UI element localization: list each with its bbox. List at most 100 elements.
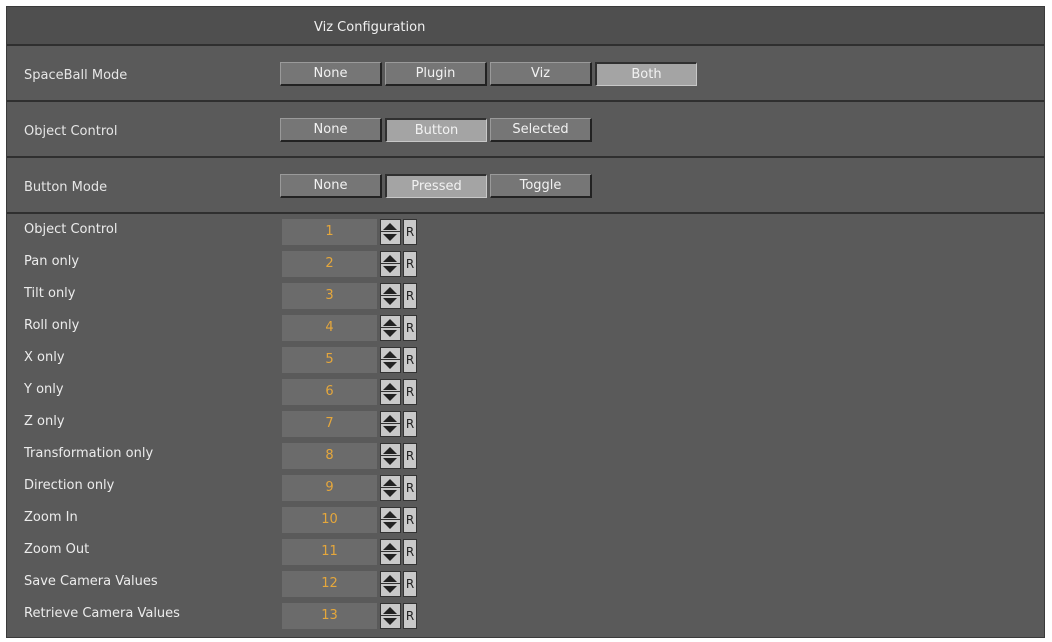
mode-label: Button Mode bbox=[24, 180, 108, 195]
button-mapping-row: Z only 7 R bbox=[7, 409, 1044, 441]
mode-section-object-control: Object Control None Button Selected bbox=[7, 104, 1044, 158]
button-number-field[interactable]: 4 bbox=[282, 315, 377, 341]
up-down-spinner-icon[interactable] bbox=[380, 411, 401, 437]
arrow-up-icon[interactable] bbox=[383, 223, 397, 230]
option-selected-button[interactable]: Selected bbox=[490, 118, 592, 142]
up-down-spinner-icon[interactable] bbox=[380, 219, 401, 245]
option-none-button[interactable]: None bbox=[280, 174, 382, 198]
reset-button[interactable]: R bbox=[403, 475, 417, 501]
button-number-field[interactable]: 13 bbox=[282, 603, 377, 629]
spinner-divider bbox=[381, 551, 400, 552]
button-mapping-row: Tilt only 3 R bbox=[7, 281, 1044, 313]
panel-title: Viz Configuration bbox=[314, 20, 426, 35]
row-label: Object Control bbox=[24, 222, 118, 237]
up-down-spinner-icon[interactable] bbox=[380, 475, 401, 501]
arrow-down-icon[interactable] bbox=[383, 330, 397, 337]
reset-button[interactable]: R bbox=[403, 443, 417, 469]
option-none-button[interactable]: None bbox=[280, 62, 382, 86]
arrow-down-icon[interactable] bbox=[383, 362, 397, 369]
arrow-up-icon[interactable] bbox=[383, 607, 397, 614]
button-mapping-row: Direction only 9 R bbox=[7, 473, 1044, 505]
button-number-field[interactable]: 9 bbox=[282, 475, 377, 501]
arrow-down-icon[interactable] bbox=[383, 522, 397, 529]
reset-button[interactable]: R bbox=[403, 347, 417, 373]
reset-button[interactable]: R bbox=[403, 283, 417, 309]
option-plugin-button[interactable]: Plugin bbox=[385, 62, 487, 86]
spinner-divider bbox=[381, 359, 400, 360]
reset-button[interactable]: R bbox=[403, 539, 417, 565]
option-both-button[interactable]: Both bbox=[595, 62, 697, 86]
arrow-down-icon[interactable] bbox=[383, 298, 397, 305]
reset-button[interactable]: R bbox=[403, 251, 417, 277]
spinner-divider bbox=[381, 327, 400, 328]
arrow-up-icon[interactable] bbox=[383, 479, 397, 486]
spinner-divider bbox=[381, 391, 400, 392]
arrow-up-icon[interactable] bbox=[383, 383, 397, 390]
arrow-up-icon[interactable] bbox=[383, 543, 397, 550]
up-down-spinner-icon[interactable] bbox=[380, 603, 401, 629]
arrow-up-icon[interactable] bbox=[383, 415, 397, 422]
reset-button[interactable]: R bbox=[403, 603, 417, 629]
option-toggle-button[interactable]: Toggle bbox=[490, 174, 592, 198]
arrow-down-icon[interactable] bbox=[383, 426, 397, 433]
arrow-down-icon[interactable] bbox=[383, 458, 397, 465]
reset-button[interactable]: R bbox=[403, 379, 417, 405]
arrow-up-icon[interactable] bbox=[383, 351, 397, 358]
spinner-divider bbox=[381, 455, 400, 456]
up-down-spinner-icon[interactable] bbox=[380, 315, 401, 341]
button-mapping-row: Roll only 4 R bbox=[7, 313, 1044, 345]
option-button-button[interactable]: Button bbox=[385, 118, 487, 142]
button-number-field[interactable]: 8 bbox=[282, 443, 377, 469]
arrow-down-icon[interactable] bbox=[383, 554, 397, 561]
up-down-spinner-icon[interactable] bbox=[380, 347, 401, 373]
button-number-field[interactable]: 3 bbox=[282, 283, 377, 309]
button-number-field[interactable]: 2 bbox=[282, 251, 377, 277]
spinner-divider bbox=[381, 295, 400, 296]
button-number-field[interactable]: 6 bbox=[282, 379, 377, 405]
up-down-spinner-icon[interactable] bbox=[380, 283, 401, 309]
arrow-down-icon[interactable] bbox=[383, 266, 397, 273]
mode-section-spaceball-mode: SpaceBall Mode None Plugin Viz Both bbox=[7, 48, 1044, 102]
arrow-down-icon[interactable] bbox=[383, 586, 397, 593]
arrow-down-icon[interactable] bbox=[383, 490, 397, 497]
button-number-field[interactable]: 12 bbox=[282, 571, 377, 597]
option-pressed-button[interactable]: Pressed bbox=[385, 174, 487, 198]
button-mapping-row: Y only 6 R bbox=[7, 377, 1044, 409]
row-label: Transformation only bbox=[24, 446, 154, 461]
button-mapping-row: Zoom In 10 R bbox=[7, 505, 1044, 537]
row-label: Direction only bbox=[24, 478, 115, 493]
up-down-spinner-icon[interactable] bbox=[380, 539, 401, 565]
arrow-up-icon[interactable] bbox=[383, 511, 397, 518]
up-down-spinner-icon[interactable] bbox=[380, 443, 401, 469]
arrow-up-icon[interactable] bbox=[383, 447, 397, 454]
segmented-control: None Button Selected bbox=[280, 118, 595, 142]
button-mapping-row: Object Control 1 R bbox=[7, 217, 1044, 249]
arrow-down-icon[interactable] bbox=[383, 618, 397, 625]
reset-button[interactable]: R bbox=[403, 411, 417, 437]
option-none-button[interactable]: None bbox=[280, 118, 382, 142]
arrow-up-icon[interactable] bbox=[383, 319, 397, 326]
button-number-field[interactable]: 10 bbox=[282, 507, 377, 533]
reset-button[interactable]: R bbox=[403, 315, 417, 341]
up-down-spinner-icon[interactable] bbox=[380, 379, 401, 405]
row-label: Save Camera Values bbox=[24, 574, 158, 589]
button-number-field[interactable]: 11 bbox=[282, 539, 377, 565]
arrow-up-icon[interactable] bbox=[383, 255, 397, 262]
up-down-spinner-icon[interactable] bbox=[380, 507, 401, 533]
reset-button[interactable]: R bbox=[403, 571, 417, 597]
spinner-divider bbox=[381, 423, 400, 424]
reset-button[interactable]: R bbox=[403, 219, 417, 245]
arrow-down-icon[interactable] bbox=[383, 394, 397, 401]
row-label: Pan only bbox=[24, 254, 80, 269]
arrow-down-icon[interactable] bbox=[383, 234, 397, 241]
up-down-spinner-icon[interactable] bbox=[380, 251, 401, 277]
button-number-field[interactable]: 7 bbox=[282, 411, 377, 437]
reset-button[interactable]: R bbox=[403, 507, 417, 533]
button-number-field[interactable]: 1 bbox=[282, 219, 377, 245]
spinner-divider bbox=[381, 583, 400, 584]
up-down-spinner-icon[interactable] bbox=[380, 571, 401, 597]
option-viz-button[interactable]: Viz bbox=[490, 62, 592, 86]
button-number-field[interactable]: 5 bbox=[282, 347, 377, 373]
arrow-up-icon[interactable] bbox=[383, 575, 397, 582]
arrow-up-icon[interactable] bbox=[383, 287, 397, 294]
